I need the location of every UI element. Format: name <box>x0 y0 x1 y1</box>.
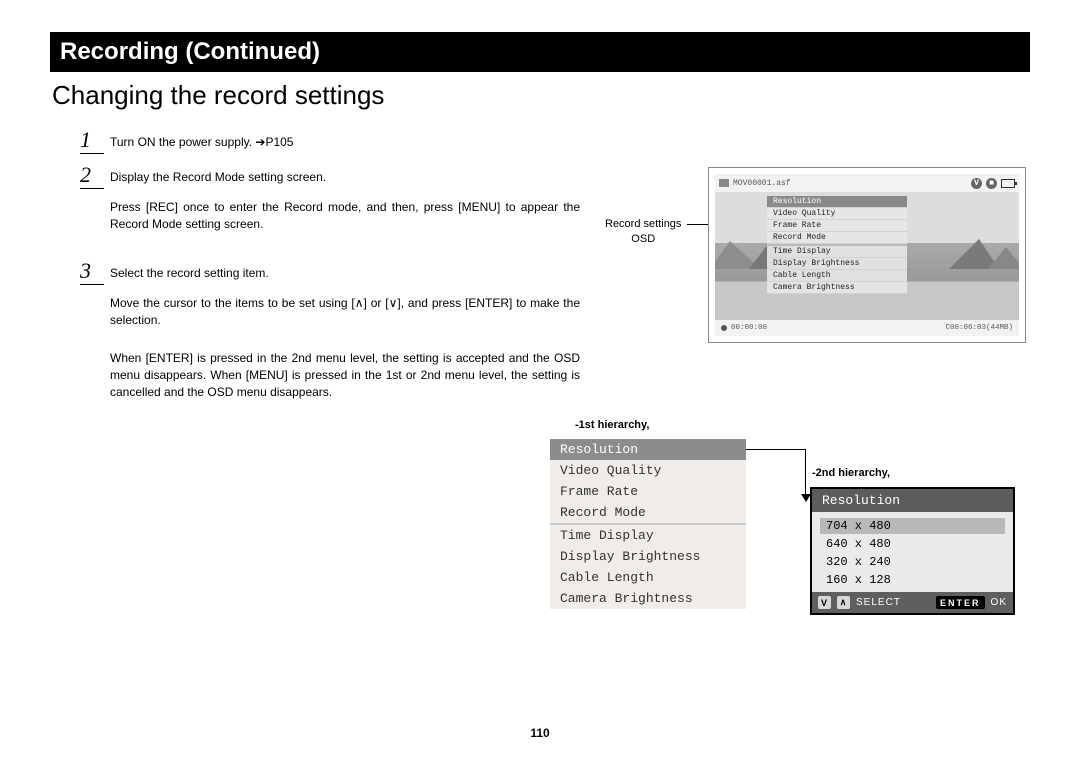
step-text: Turn ON the power supply. ➔P105 <box>110 129 580 151</box>
osd-item: Display Brightness <box>767 258 907 270</box>
osd-item: Video Quality <box>767 208 907 220</box>
step-text: Display the Record Mode setting screen. <box>110 164 580 186</box>
osd-item: Time Display <box>767 246 907 258</box>
step-2: 2 Display the Record Mode setting screen… <box>80 164 580 189</box>
ok-label: OK <box>991 597 1007 608</box>
step-2-body: Press [REC] once to enter the Record mod… <box>110 199 580 234</box>
menu-item: Frame Rate <box>550 481 746 502</box>
osd-callout-label: Record settings OSD <box>605 217 681 248</box>
page-number: 110 <box>0 726 1080 740</box>
select-label: SELECT <box>856 597 901 608</box>
record-dot-icon <box>721 325 727 331</box>
submenu-option: 640 x 480 <box>820 536 1005 552</box>
menu-item: Time Display <box>550 525 746 546</box>
step-number: 1 <box>80 129 104 154</box>
chapter-header: Recording (Continued) <box>50 32 1030 72</box>
menu-item: Cable Length <box>550 567 746 588</box>
body-area: 1 Turn ON the power supply. ➔P105 2 Disp… <box>50 129 1030 689</box>
screen-titlebar: MOV00001.asf V ■ <box>715 174 1019 192</box>
submenu-footer: V ∧ SELECT ENTER OK <box>812 592 1013 613</box>
up-key-icon: ∧ <box>837 596 850 609</box>
submenu-option: 704 x 480 <box>820 518 1005 534</box>
step-text: Select the record setting item. <box>110 260 580 282</box>
filename-text: MOV00001.asf <box>733 179 791 188</box>
step-3: 3 Select the record setting item. <box>80 260 580 285</box>
osd-item: Frame Rate <box>767 220 907 232</box>
stop-icon: ■ <box>986 178 997 189</box>
arrow-line <box>746 449 806 450</box>
menu-item: Camera Brightness <box>550 588 746 609</box>
camera-screen-illustration: MOV00001.asf V ■ Resolution Video Qualit… <box>708 167 1026 343</box>
step-number: 3 <box>80 260 104 285</box>
elapsed-time: 00:00:00 <box>731 324 767 332</box>
enter-key-icon: ENTER <box>936 596 985 609</box>
submenu-option: 160 x 128 <box>820 572 1005 588</box>
screen-bottombar: 00:00:00 C00:06:03(44MB) <box>715 320 1019 336</box>
battery-icon <box>1001 179 1015 188</box>
step-3-note: When [ENTER] is pressed in the 2nd menu … <box>110 350 580 402</box>
down-nav-icon: V <box>971 178 982 189</box>
menu-item: Display Brightness <box>550 546 746 567</box>
menu-second-hierarchy: Resolution 704 x 480 640 x 480 320 x 240… <box>810 487 1015 615</box>
menu-item: Resolution <box>550 439 746 460</box>
step-number: 2 <box>80 164 104 189</box>
osd-item: Cable Length <box>767 270 907 282</box>
remaining-time: C00:06:03(44MB) <box>945 324 1013 332</box>
submenu-option: 320 x 240 <box>820 554 1005 570</box>
osd-item: Record Mode <box>767 232 907 244</box>
menu-item: Video Quality <box>550 460 746 481</box>
arrow-line <box>805 449 806 497</box>
menu-item: Record Mode <box>550 502 746 523</box>
second-hierarchy-label: -2nd hierarchy, <box>812 467 890 479</box>
down-key-icon: V <box>818 596 831 609</box>
osd-item: Camera Brightness <box>767 282 907 294</box>
first-hierarchy-label: -1st hierarchy, <box>575 419 649 431</box>
camera-icon <box>719 179 729 187</box>
section-title: Changing the record settings <box>50 80 1030 111</box>
osd-item: Resolution <box>767 196 907 208</box>
instruction-column: 1 Turn ON the power supply. ➔P105 2 Disp… <box>80 129 580 412</box>
osd-callout-text: Record settings OSD <box>605 218 681 245</box>
submenu-title: Resolution <box>812 489 1013 512</box>
step-3-body: Move the cursor to the items to be set u… <box>110 295 580 330</box>
osd-menu-overlay: Resolution Video Quality Frame Rate Reco… <box>767 196 907 294</box>
menu-first-hierarchy: Resolution Video Quality Frame Rate Reco… <box>550 439 746 609</box>
step-1: 1 Turn ON the power supply. ➔P105 <box>80 129 580 154</box>
camera-preview: Resolution Video Quality Frame Rate Reco… <box>715 192 1019 320</box>
